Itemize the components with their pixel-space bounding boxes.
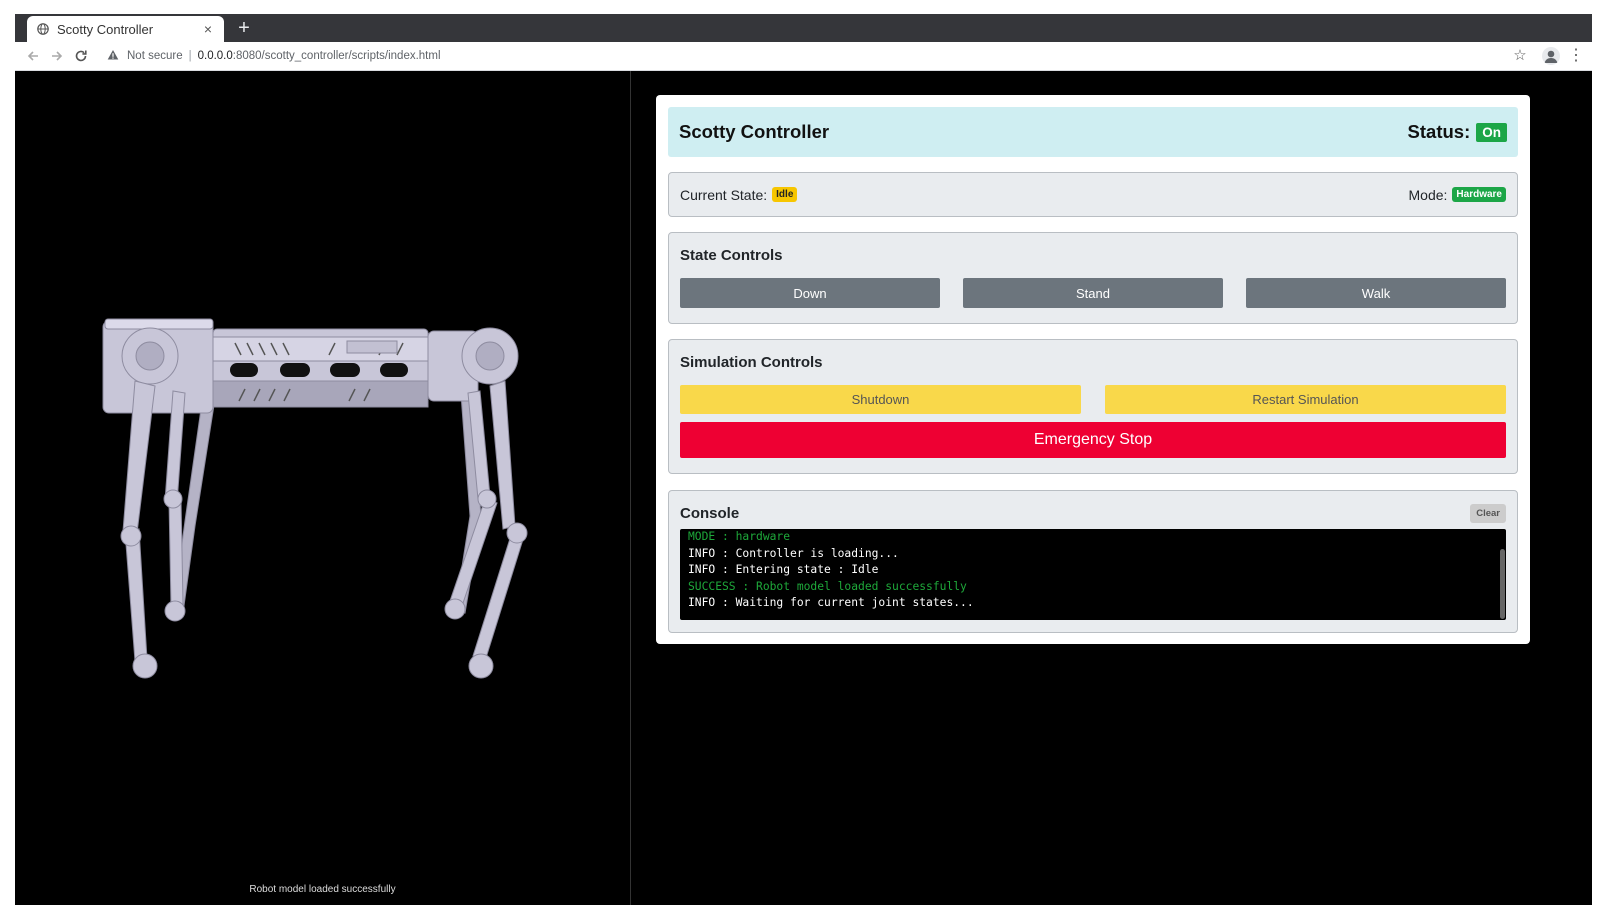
- console-line: INFO : Controller is loading...: [688, 546, 899, 560]
- status-badge: On: [1476, 122, 1507, 142]
- current-state: Current State: Idle: [680, 186, 798, 203]
- page-viewport: Robot model loaded successfully Scotty C…: [15, 71, 1592, 905]
- console-card: Console Clear MODE : hardware INFO : Con…: [668, 490, 1518, 633]
- state-controls-title: State Controls: [680, 247, 783, 264]
- profile-icon[interactable]: [1542, 47, 1560, 65]
- scene-status-text: Robot model loaded successfully: [249, 884, 396, 895]
- close-tab-icon[interactable]: ×: [200, 21, 216, 37]
- down-button[interactable]: Down: [680, 278, 940, 308]
- url-host: 0.0.0.0: [197, 50, 233, 62]
- console-line: INFO : Entering state : Idle: [688, 563, 879, 577]
- robot-model: [102, 318, 528, 679]
- emergency-stop-button[interactable]: Emergency Stop: [680, 422, 1506, 458]
- current-state-badge: Idle: [772, 187, 798, 202]
- tab-bar: Scotty Controller × +: [15, 14, 1592, 42]
- globe-icon: [37, 23, 49, 35]
- mode-label: Mode:: [1408, 186, 1448, 203]
- status-indicator: Status: On: [1408, 121, 1507, 143]
- console-title: Console: [680, 505, 740, 522]
- clear-console-button[interactable]: Clear: [1470, 504, 1506, 523]
- console-line: SUCCESS : Robot model loaded successfull…: [688, 579, 967, 593]
- address-bar: Not secure | 0.0.0.0 :8080/scotty_contro…: [15, 42, 1592, 71]
- panel-header: Scotty Controller Status: On: [668, 107, 1518, 157]
- browser-tab[interactable]: Scotty Controller ×: [27, 16, 224, 42]
- browser-window: Scotty Controller × + Not secure | 0.0.0…: [15, 14, 1592, 905]
- console-output[interactable]: MODE : hardware INFO : Controller is loa…: [680, 529, 1506, 620]
- tab-title: Scotty Controller: [57, 21, 154, 37]
- simulation-controls-card: Simulation Controls Shutdown Restart Sim…: [668, 339, 1518, 474]
- arrow-left-icon[interactable]: [23, 46, 43, 66]
- shutdown-button[interactable]: Shutdown: [680, 385, 1081, 414]
- controller-panel: Scotty Controller Status: On Current Sta…: [656, 95, 1530, 644]
- mode-info: Mode: Hardware: [1408, 186, 1506, 203]
- url-omnibox[interactable]: Not secure | 0.0.0.0 :8080/scotty_contro…: [99, 45, 1499, 67]
- new-tab-button[interactable]: +: [233, 17, 255, 39]
- simulation-controls-title: Simulation Controls: [680, 354, 823, 371]
- security-label: Not secure: [127, 50, 183, 62]
- state-info-bar: Current State: Idle Mode: Hardware: [668, 172, 1518, 217]
- url-path: :8080/scotty_controller/scripts/index.ht…: [232, 50, 441, 62]
- console-lines: MODE : hardware INFO : Controller is loa…: [688, 529, 1488, 612]
- page-title: Scotty Controller: [679, 121, 830, 142]
- state-controls-card: State Controls Down Stand Walk: [668, 232, 1518, 324]
- stand-button[interactable]: Stand: [963, 278, 1223, 308]
- kebab-menu-icon[interactable]: ⋮: [1568, 46, 1584, 66]
- robot-3d-view[interactable]: Robot model loaded successfully: [15, 71, 631, 905]
- walk-button[interactable]: Walk: [1246, 278, 1506, 308]
- console-line: INFO : Waiting for current joint states.…: [688, 596, 974, 610]
- star-icon[interactable]: ☆: [1510, 46, 1530, 66]
- restart-simulation-button[interactable]: Restart Simulation: [1105, 385, 1506, 414]
- reload-icon[interactable]: [71, 46, 91, 66]
- omnibox-separator: |: [188, 50, 192, 62]
- console-line: MODE : hardware: [688, 530, 791, 543]
- arrow-right-icon[interactable]: [47, 46, 67, 66]
- current-state-label: Current State:: [680, 186, 768, 203]
- status-label: Status:: [1407, 121, 1471, 142]
- warning-triangle-icon[interactable]: [107, 49, 121, 63]
- console-scrollbar[interactable]: [1500, 549, 1505, 619]
- mode-badge: Hardware: [1452, 187, 1506, 202]
